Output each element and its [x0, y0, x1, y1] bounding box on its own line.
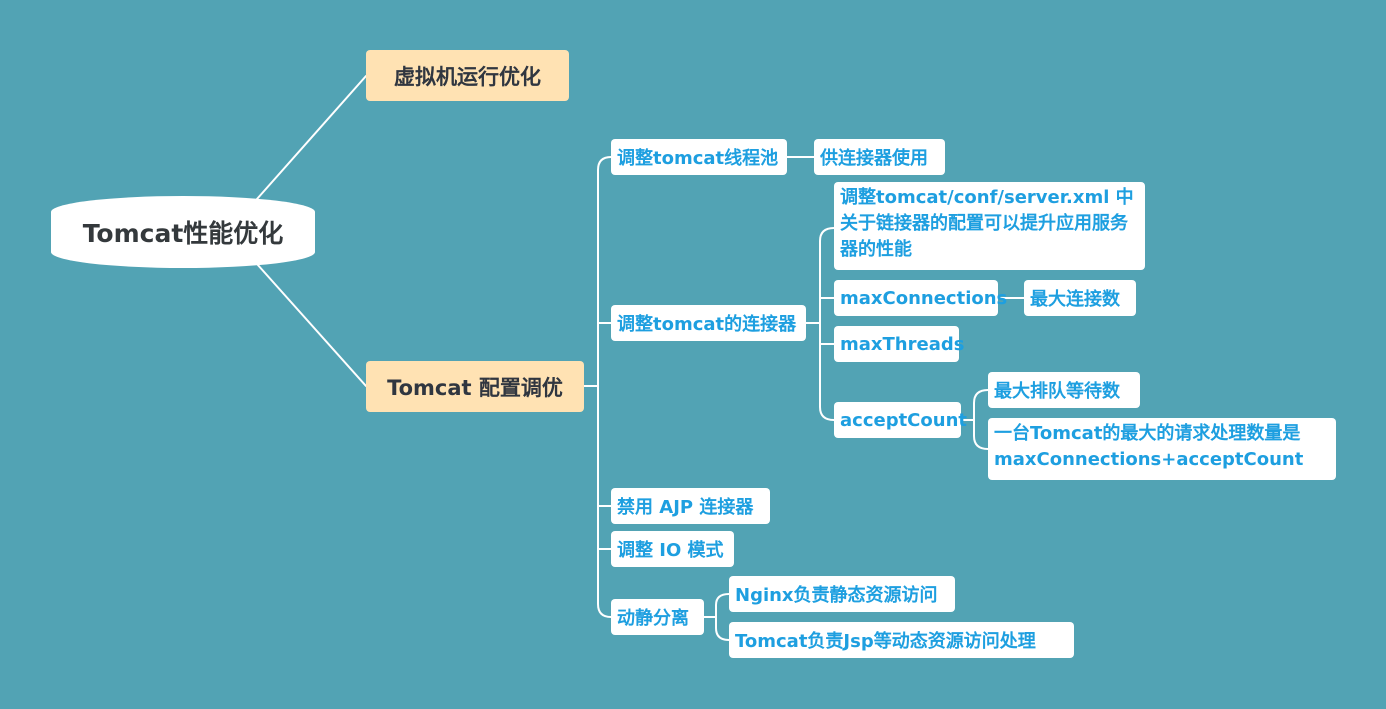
node-tomcat-note[interactable]: Tomcat负责Jsp等动态资源访问处理: [729, 622, 1074, 658]
branch-tomcat-config[interactable]: Tomcat 配置调优: [366, 361, 584, 412]
node-connector[interactable]: 调整tomcat的连接器: [611, 305, 806, 341]
node-threadpool-note[interactable]: 供连接器使用: [814, 139, 945, 175]
edge-root-config: [256, 263, 367, 387]
node-accept-count-note1[interactable]: 最大排队等待数: [988, 372, 1140, 408]
edge-accept-spine: [973, 389, 989, 450]
node-threadpool[interactable]: 调整tomcat线程池: [611, 139, 787, 175]
edge-separation-spine: [715, 593, 730, 641]
node-connector-desc[interactable]: 调整tomcat/conf/server.xml 中关于链接器的配置可以提升应用…: [834, 182, 1145, 270]
node-accept-count-note2[interactable]: 一台Tomcat的最大的请求处理数量是maxConnections+accept…: [988, 418, 1336, 480]
node-separation[interactable]: 动静分离: [611, 599, 704, 635]
node-max-connections[interactable]: maxConnections: [834, 280, 1007, 316]
node-io-mode[interactable]: 调整 IO 模式: [611, 531, 734, 567]
node-nginx-note[interactable]: Nginx负责静态资源访问: [729, 576, 955, 612]
branch-vm-optimization[interactable]: 虚拟机运行优化: [366, 50, 569, 101]
root-node[interactable]: Tomcat性能优化: [51, 196, 315, 268]
mind-map: Tomcat性能优化 虚拟机运行优化 Tomcat 配置调优 调整tomcat线…: [0, 0, 1386, 709]
edge-root-vm: [256, 75, 367, 200]
node-accept-count[interactable]: acceptCount: [834, 402, 967, 438]
edge-connector-spine: [819, 227, 835, 421]
node-disable-ajp[interactable]: 禁用 AJP 连接器: [611, 488, 770, 524]
node-max-connections-note[interactable]: 最大连接数: [1024, 280, 1136, 316]
node-max-threads[interactable]: maxThreads: [834, 326, 964, 362]
